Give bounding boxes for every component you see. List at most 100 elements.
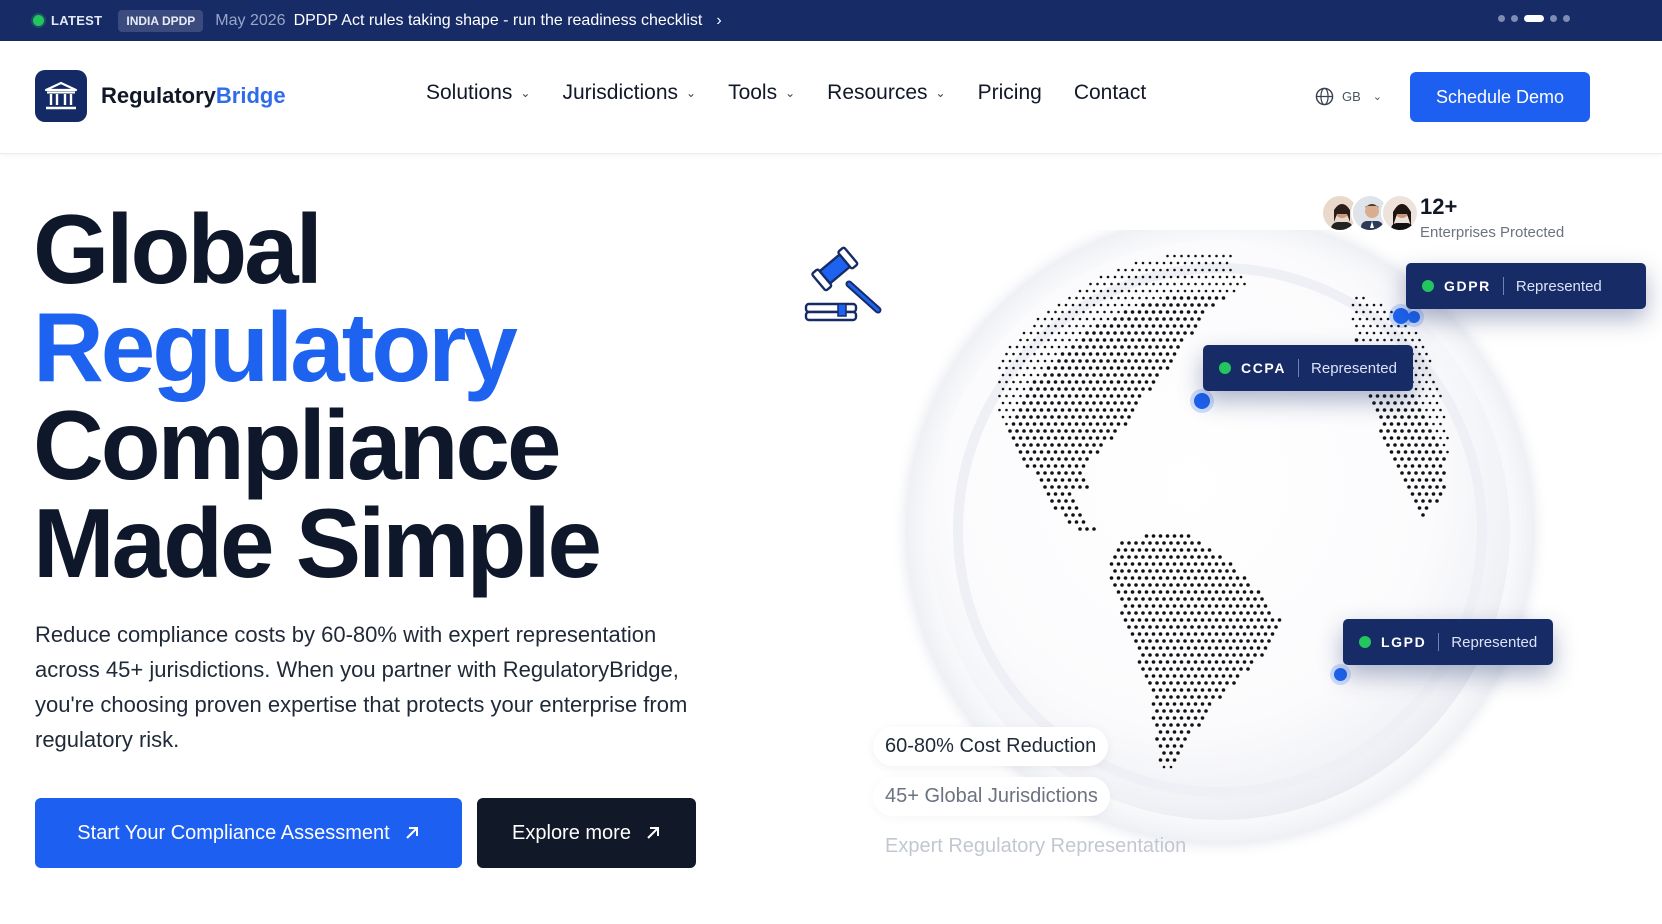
map-dot	[1186, 716, 1191, 720]
map-dot	[1043, 415, 1047, 419]
map-dot	[1036, 457, 1040, 461]
map-dot	[1228, 632, 1233, 636]
pager-dot[interactable]	[1550, 15, 1557, 22]
map-dot	[1019, 352, 1022, 356]
nav-jurisdictions[interactable]: Jurisdictions ⌄	[562, 81, 696, 105]
map-dot	[1162, 653, 1166, 657]
enterprises-count: 12+	[1420, 194, 1458, 219]
map-dot	[1123, 408, 1128, 412]
gdpr-badge[interactable]: GDPR Represented	[1406, 263, 1646, 309]
announcement-bar[interactable]: LATEST INDIA DPDP May 2026 DPDP Act rule…	[0, 0, 1662, 41]
map-dot	[1204, 611, 1208, 615]
map-dot	[1432, 380, 1435, 384]
map-dot	[1425, 366, 1428, 370]
map-dot	[1193, 604, 1198, 608]
map-dot	[1232, 583, 1236, 587]
map-dot	[1176, 555, 1180, 559]
map-dot	[1218, 597, 1222, 601]
map-dot	[1403, 422, 1408, 426]
map-dot	[1439, 436, 1442, 440]
map-dot	[1183, 289, 1187, 293]
map-dot	[1141, 625, 1145, 629]
map-dot	[1060, 366, 1065, 370]
map-dot	[1043, 457, 1047, 461]
map-dot	[1141, 569, 1145, 573]
map-dot	[1137, 646, 1142, 650]
map-dot	[1106, 415, 1110, 419]
nav-label: Pricing	[977, 81, 1042, 104]
map-dot	[1418, 352, 1421, 356]
map-dot	[1075, 324, 1078, 328]
map-dot	[1074, 380, 1079, 384]
map-dot	[1246, 653, 1250, 657]
map-dot	[1376, 324, 1379, 328]
map-dot	[1158, 688, 1163, 692]
map-dot	[1253, 597, 1257, 601]
map-dot	[1232, 653, 1236, 657]
schedule-demo-button[interactable]: Schedule Demo	[1410, 72, 1590, 122]
map-dot	[1085, 429, 1089, 433]
pager-dot[interactable]	[1511, 15, 1518, 22]
map-dot	[1225, 597, 1229, 601]
nav-pricing[interactable]: Pricing	[978, 81, 1042, 105]
map-dot	[1015, 373, 1019, 377]
ccpa-badge[interactable]: CCPA Represented	[1203, 345, 1413, 391]
map-dot	[1148, 373, 1152, 377]
pager-dot[interactable]	[1563, 15, 1570, 22]
map-dot	[1092, 429, 1096, 433]
map-dot	[1095, 338, 1100, 342]
map-dot	[1431, 478, 1436, 482]
map-dot	[1190, 541, 1194, 545]
map-dot	[1092, 359, 1096, 363]
map-dot	[1442, 471, 1446, 475]
map-dot	[1169, 275, 1173, 279]
map-dot	[1152, 268, 1155, 272]
map-dot	[1158, 632, 1163, 636]
map-dot	[1162, 695, 1166, 699]
explore-more-button[interactable]: Explore more	[477, 798, 696, 868]
map-dot	[1029, 415, 1033, 419]
pager-dot-active[interactable]	[1524, 15, 1544, 22]
nav-label: Contact	[1073, 81, 1147, 104]
map-dot	[1435, 415, 1439, 419]
map-dot	[1214, 590, 1219, 594]
map-dot	[1169, 737, 1173, 741]
map-dot	[1113, 345, 1117, 349]
map-dot	[1183, 275, 1187, 279]
map-dot	[1145, 296, 1148, 300]
nav-contact[interactable]: Contact	[1074, 81, 1146, 105]
map-dot	[1414, 345, 1418, 349]
map-dot	[1067, 450, 1072, 454]
map-dot	[1046, 450, 1051, 454]
map-dot	[1008, 359, 1012, 363]
map-dot	[1054, 338, 1057, 342]
map-dot	[1130, 590, 1135, 594]
nav-tools[interactable]: Tools ⌄	[728, 81, 795, 105]
pager-dot[interactable]	[1498, 15, 1505, 22]
nav-label: Jurisdictions	[562, 81, 678, 104]
nav-solutions[interactable]: Solutions ⌄	[426, 81, 530, 105]
map-dot	[1218, 653, 1222, 657]
map-dot	[1435, 471, 1439, 475]
map-dot	[1179, 296, 1184, 300]
language-selector[interactable]: GB ⌄	[1315, 87, 1382, 106]
map-dot	[1099, 373, 1103, 377]
start-assessment-button[interactable]: Start Your Compliance Assessment	[35, 798, 462, 868]
map-dot	[1001, 359, 1005, 363]
map-dot	[1208, 268, 1211, 272]
nav-resources[interactable]: Resources ⌄	[827, 81, 945, 105]
map-dot	[1169, 723, 1173, 727]
map-dot	[1092, 527, 1096, 531]
logo[interactable]: RegulatoryBridge	[35, 70, 286, 122]
announcement-link[interactable]: DPDP Act rules taking shape - run the re…	[294, 12, 703, 30]
language-code: GB	[1342, 89, 1361, 104]
map-dot	[1001, 387, 1005, 391]
map-dot	[1242, 590, 1247, 594]
lgpd-badge[interactable]: LGPD Represented	[1343, 619, 1554, 665]
map-dot	[1176, 541, 1180, 545]
map-dot	[1064, 443, 1068, 447]
chevron-right-icon[interactable]: ›	[716, 12, 721, 30]
map-dot	[1033, 338, 1036, 342]
map-dot	[1193, 324, 1198, 328]
map-dot	[1172, 310, 1177, 314]
